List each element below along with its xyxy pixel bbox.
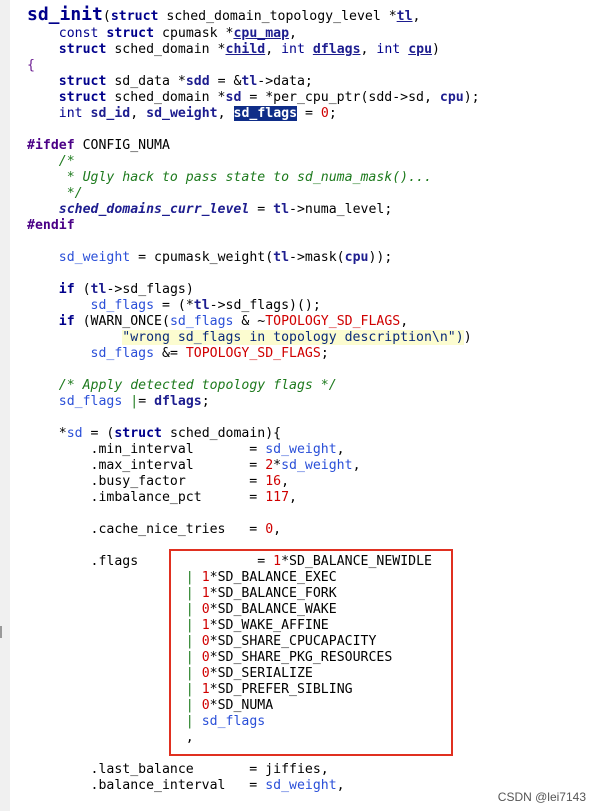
- code-line-endif: #endif: [27, 218, 75, 233]
- fold-marker[interactable]: [0, 626, 2, 638]
- code-line-balance-interval: .balance_interval = sd_weight,: [27, 778, 345, 793]
- code-line-imbalance-pct: .imbalance_pct = 117,: [27, 490, 297, 505]
- code-line-decl3: int sd_id, sd_weight, sd_flags = 0;: [58, 106, 337, 121]
- code-line-signature: sd_init(struct sched_domain_topology_lev…: [27, 3, 480, 26]
- params-line1: (struct sched_domain_topology_level *tl,: [102, 9, 421, 24]
- code-line-sd-assign: *sd = (struct sched_domain){: [27, 426, 282, 441]
- selected-text[interactable]: sd_flags: [233, 106, 298, 121]
- code-line-cache-nice: .cache_nice_tries = 0,: [27, 522, 282, 537]
- code-line-mask: sd_flags &= TOPOLOGY_SD_FLAGS;: [90, 346, 329, 361]
- code-line-decl1: struct sd_data *sdd = &tl->data;: [58, 74, 313, 89]
- code-line-apply: sd_flags |= dflags;: [58, 394, 210, 409]
- code-line-params3: struct sched_domain *child, int dflags, …: [58, 42, 440, 57]
- code-line-numa-level: sched_domains_curr_level = tl->numa_leve…: [58, 202, 393, 217]
- code-line-busy-factor: .busy_factor = 16,: [27, 474, 290, 489]
- code-line-open-brace: {: [27, 58, 35, 73]
- code-line-weight: sd_weight = cpumask_weight(tl->mask(cpu)…: [58, 250, 393, 265]
- highlight-box: [169, 549, 453, 756]
- code-line-if-flags: if (tl->sd_flags): [58, 282, 194, 297]
- code-line-min-interval: .min_interval = sd_weight,: [27, 442, 345, 457]
- watermark: CSDN @lei7143: [497, 790, 586, 804]
- code-line-params2: const struct cpumask *cpu_map,: [58, 26, 297, 41]
- code-comment-1: /*: [58, 154, 75, 169]
- code-comment-2: * Ugly hack to pass state to sd_numa_mas…: [58, 170, 432, 185]
- code-line-warn: if (WARN_ONCE(sd_flags & ~TOPOLOGY_SD_FL…: [58, 314, 409, 329]
- code-line-warn-string: "wrong sd_flags in topology description\…: [122, 330, 472, 345]
- code-line-max-interval: .max_interval = 2*sd_weight,: [27, 458, 361, 473]
- code-line-flags-call: sd_flags = (*tl->sd_flags)();: [90, 298, 321, 313]
- code-line-last-balance: .last_balance = jiffies,: [27, 762, 329, 777]
- code-comment-3: */: [58, 186, 83, 201]
- function-name: sd_init: [27, 4, 103, 25]
- code-line-ifdef: #ifdef CONFIG_NUMA: [27, 138, 170, 153]
- editor-gutter: [0, 0, 10, 811]
- code-comment-apply: /* Apply detected topology flags */: [58, 378, 337, 393]
- code-line-decl2: struct sched_domain *sd = *per_cpu_ptr(s…: [58, 90, 480, 105]
